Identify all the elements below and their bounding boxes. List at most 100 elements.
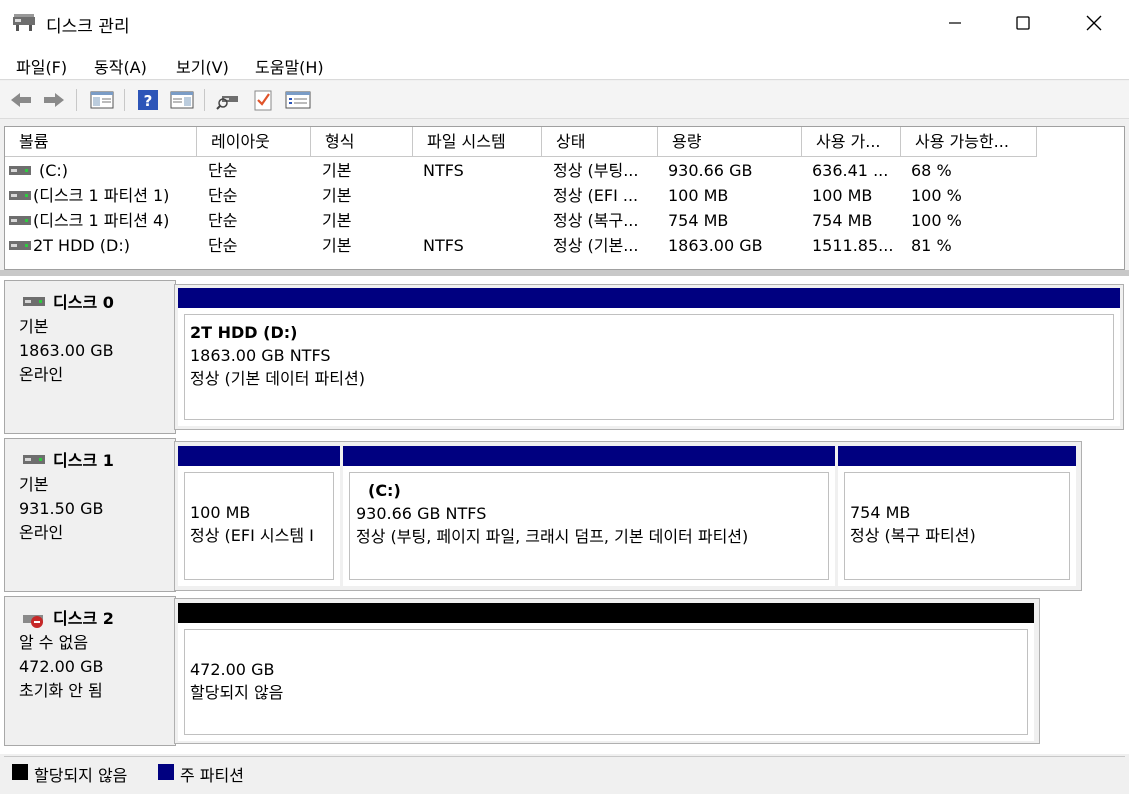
disk-management-app-icon bbox=[13, 14, 35, 31]
help-icon: ? bbox=[138, 90, 158, 110]
show-hide-action-pane-button[interactable] bbox=[168, 87, 196, 113]
volume-capacity: 930.66 GB bbox=[668, 161, 753, 180]
help-button[interactable]: ? bbox=[134, 87, 162, 113]
partition-status: 정상 (EFI 시스템 I bbox=[190, 526, 314, 545]
volume-percent-free: 100 % bbox=[911, 211, 962, 230]
volume-row[interactable]: (디스크 1 파티션 4) 단순 기본 정상 (복구... 754 MB 754… bbox=[5, 208, 1124, 233]
legend-primary-swatch bbox=[158, 764, 174, 780]
properties-icon bbox=[285, 91, 311, 109]
close-button[interactable] bbox=[1059, 0, 1129, 46]
menu-file[interactable]: 파일(F) bbox=[16, 54, 67, 78]
maximize-button[interactable] bbox=[988, 0, 1058, 46]
title-bar: 디스크 관리 bbox=[0, 0, 1129, 46]
volume-capacity: 1863.00 GB bbox=[668, 236, 763, 255]
partition-size-fs: 1863.00 GB NTFS bbox=[190, 346, 331, 365]
disk-0-partitions: 2T HDD (D:) 1863.00 GB NTFS 정상 (기본 데이터 파… bbox=[174, 284, 1124, 430]
properties-button[interactable] bbox=[284, 87, 312, 113]
show-hide-console-tree-icon bbox=[90, 91, 114, 109]
show-hide-action-pane-icon bbox=[170, 91, 194, 109]
partition-info: 472.00 GB 할당되지 않음 bbox=[184, 629, 1028, 735]
column-header-capacity[interactable]: 용량 bbox=[658, 127, 802, 157]
partition-size-fs: 754 MB bbox=[850, 503, 911, 522]
volume-type: 기본 bbox=[322, 236, 352, 255]
drive-icon bbox=[9, 166, 31, 175]
volume-free-space: 754 MB bbox=[812, 211, 873, 230]
menu-action[interactable]: 동작(A) bbox=[94, 54, 147, 78]
disk-state: 온라인 bbox=[19, 523, 64, 542]
volume-type: 기본 bbox=[322, 186, 352, 205]
checklist-icon bbox=[254, 90, 272, 111]
volume-list[interactable]: 볼륨 레이아웃 형식 파일 시스템 상태 용량 사용 가... 사용 가능한..… bbox=[4, 126, 1125, 270]
volume-name: 2T HDD (D:) bbox=[33, 236, 130, 255]
volume-layout: 단순 bbox=[208, 211, 238, 230]
column-header-file-system[interactable]: 파일 시스템 bbox=[413, 127, 542, 157]
status-bar bbox=[0, 786, 1129, 794]
forward-button[interactable] bbox=[40, 87, 68, 113]
partition-name: 2T HDD (D:) bbox=[190, 323, 298, 342]
svg-text:?: ? bbox=[144, 92, 153, 110]
disk-2-label[interactable]: 디스크 2 알 수 없음 472.00 GB 초기화 안 됨 bbox=[4, 596, 176, 746]
maximize-icon bbox=[1016, 16, 1030, 30]
partition-status: 정상 (기본 데이터 파티션) bbox=[190, 369, 365, 388]
disk-icon bbox=[23, 297, 45, 306]
toolbar-separator bbox=[76, 89, 77, 111]
partition-efi[interactable]: 100 MB 정상 (EFI 시스템 I bbox=[178, 446, 340, 586]
legend-unallocated-swatch bbox=[12, 764, 28, 780]
volume-capacity: 100 MB bbox=[668, 186, 729, 205]
minimize-icon bbox=[949, 22, 961, 24]
minimize-button[interactable] bbox=[920, 0, 990, 46]
legend-unallocated-label: 할당되지 않음 bbox=[34, 766, 128, 785]
volume-row[interactable]: 2T HDD (D:) 단순 기본 NTFS 정상 (기본... 1863.00… bbox=[5, 233, 1124, 258]
disk-0-label[interactable]: 디스크 0 기본 1863.00 GB 온라인 bbox=[4, 280, 176, 434]
partition-size-fs: 100 MB bbox=[190, 503, 251, 522]
close-icon bbox=[1086, 15, 1102, 31]
show-hide-console-tree-button[interactable] bbox=[88, 87, 116, 113]
primary-partition-bar bbox=[178, 446, 340, 466]
column-header-volume[interactable]: 볼륨 bbox=[5, 127, 197, 157]
disk-2-partitions: 472.00 GB 할당되지 않음 bbox=[174, 598, 1040, 744]
volume-name: (디스크 1 파티션 1) bbox=[33, 186, 170, 205]
column-header-free-space[interactable]: 사용 가... bbox=[802, 127, 901, 157]
volume-percent-free: 100 % bbox=[911, 186, 962, 205]
column-header-percent-free[interactable]: 사용 가능한... bbox=[901, 127, 1037, 157]
drive-icon bbox=[9, 241, 31, 250]
drive-icon bbox=[9, 191, 31, 200]
menu-view[interactable]: 보기(V) bbox=[176, 54, 229, 78]
disk-name: 디스크 0 bbox=[53, 293, 114, 312]
unallocated-space[interactable]: 472.00 GB 할당되지 않음 bbox=[178, 603, 1034, 741]
partition-c[interactable]: (C:) 930.66 GB NTFS 정상 (부팅, 페이지 파일, 크래시 … bbox=[343, 446, 835, 586]
partition-status: 정상 (복구 파티션) bbox=[850, 526, 976, 545]
window-title: 디스크 관리 bbox=[46, 17, 130, 37]
rescan-disks-button[interactable] bbox=[214, 87, 242, 113]
disk-state: 초기화 안 됨 bbox=[19, 681, 103, 700]
partition-info: 2T HDD (D:) 1863.00 GB NTFS 정상 (기본 데이터 파… bbox=[184, 314, 1114, 420]
partition-d[interactable]: 2T HDD (D:) 1863.00 GB NTFS 정상 (기본 데이터 파… bbox=[178, 288, 1120, 426]
menu-help[interactable]: 도움말(H) bbox=[255, 54, 324, 78]
volume-row[interactable]: (디스크 1 파티션 1) 단순 기본 정상 (EFI ... 100 MB 1… bbox=[5, 183, 1124, 208]
partition-recovery[interactable]: 754 MB 정상 (복구 파티션) bbox=[838, 446, 1076, 586]
disk-1-label[interactable]: 디스크 1 기본 931.50 GB 온라인 bbox=[4, 438, 176, 592]
legend-primary-label: 주 파티션 bbox=[180, 766, 244, 785]
column-header-status[interactable]: 상태 bbox=[542, 127, 658, 157]
volume-free-space: 636.41 ... bbox=[812, 161, 889, 180]
volume-row[interactable]: (C:) 단순 기본 NTFS 정상 (부팅... 930.66 GB 636.… bbox=[5, 158, 1124, 183]
drive-icon bbox=[9, 216, 31, 225]
volume-percent-free: 81 % bbox=[911, 236, 952, 255]
volume-name: (C:) bbox=[39, 161, 69, 180]
disk-not-initialized-icon bbox=[23, 615, 43, 628]
primary-partition-bar bbox=[343, 446, 835, 466]
primary-partition-bar bbox=[178, 288, 1120, 308]
column-header-layout[interactable]: 레이아웃 bbox=[197, 127, 311, 157]
partition-status: 정상 (부팅, 페이지 파일, 크래시 덤프, 기본 데이터 파티션) bbox=[356, 527, 749, 546]
column-header-type[interactable]: 형식 bbox=[311, 127, 413, 157]
disk-size: 472.00 GB bbox=[19, 657, 104, 676]
disk-icon bbox=[23, 455, 45, 464]
checklist-button[interactable] bbox=[249, 87, 277, 113]
volume-type: 기본 bbox=[322, 161, 352, 180]
volume-layout: 단순 bbox=[208, 161, 238, 180]
toolbar: ? bbox=[0, 81, 1129, 119]
partition-status: 할당되지 않음 bbox=[190, 683, 284, 702]
volume-layout: 단순 bbox=[208, 236, 238, 255]
rescan-disks-icon bbox=[216, 96, 238, 110]
back-button[interactable] bbox=[7, 87, 35, 113]
